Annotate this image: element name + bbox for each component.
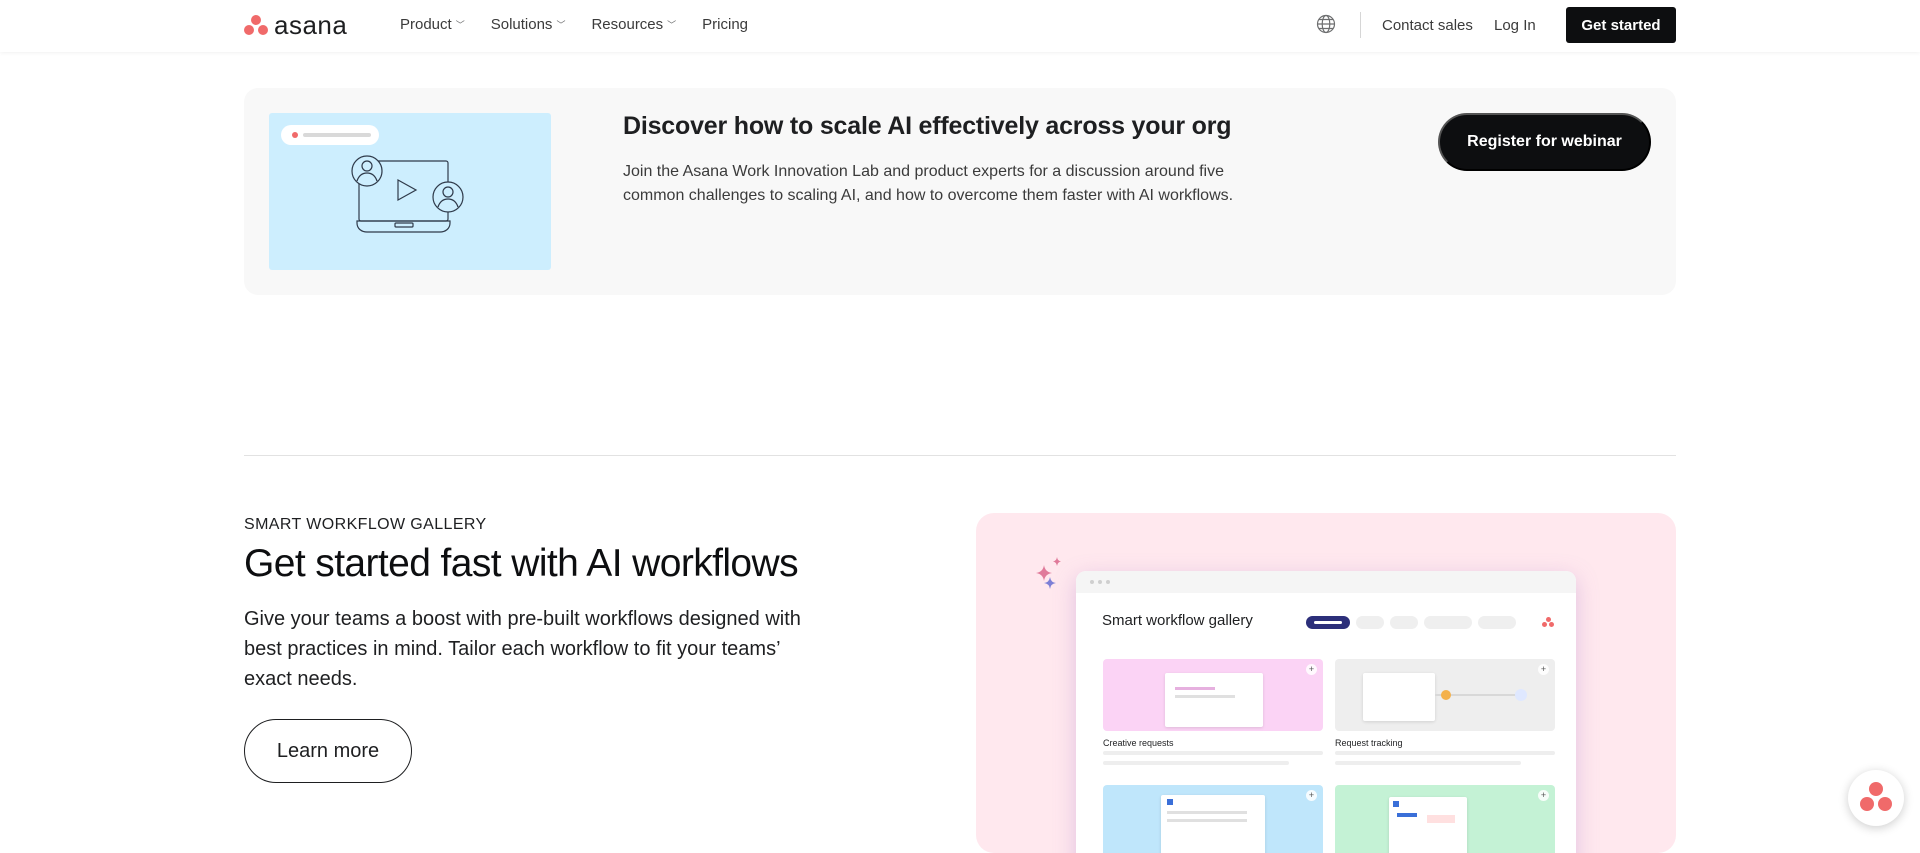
plus-icon: + xyxy=(1306,790,1317,801)
globe-icon[interactable] xyxy=(1316,14,1336,34)
mock-filter-pill xyxy=(1478,616,1516,629)
site-header: asana Product ﹀ Solutions ﹀ Resources ﹀ … xyxy=(0,0,1920,52)
section-eyebrow: SMART WORKFLOW GALLERY xyxy=(244,516,487,533)
contact-sales-link[interactable]: Contact sales xyxy=(1382,17,1473,34)
mock-window-bar xyxy=(1076,571,1576,593)
banner-description: Join the Asana Work Innovation Lab and p… xyxy=(623,163,1234,204)
mock-card-label: Creative requests xyxy=(1103,738,1174,748)
mock-card-creative-requests: + xyxy=(1103,659,1323,731)
plus-icon: + xyxy=(1306,664,1317,675)
mock-filter-pill xyxy=(1424,616,1472,629)
mock-filter-pill xyxy=(1356,616,1384,629)
workflow-gallery-mockup: Smart workflow gallery + Creative reques… xyxy=(1076,571,1576,853)
sparkle-icon xyxy=(1034,555,1066,596)
nav-solutions[interactable]: Solutions ﹀ xyxy=(491,16,566,33)
register-webinar-button[interactable]: Register for webinar xyxy=(1438,113,1651,171)
chevron-down-icon: ﹀ xyxy=(556,20,566,30)
asana-logo-icon xyxy=(1542,617,1554,627)
log-in-link[interactable]: Log In xyxy=(1494,17,1536,34)
placeholder-line xyxy=(1103,761,1289,765)
mock-card-request-tracking: + xyxy=(1335,659,1555,731)
nav-resources-label: Resources xyxy=(591,16,664,33)
mock-filter-pill xyxy=(1390,616,1418,629)
mock-card-workflow-3: + xyxy=(1103,785,1323,853)
nav-product-label: Product xyxy=(400,16,452,33)
get-started-button[interactable]: Get started xyxy=(1566,7,1676,43)
workflow-gallery-visual: Smart workflow gallery + Creative reques… xyxy=(976,513,1676,853)
chevron-down-icon: ﹀ xyxy=(667,20,677,30)
nav-pricing[interactable]: Pricing xyxy=(702,16,748,33)
chevron-down-icon: ﹀ xyxy=(455,20,465,30)
section-body: Give your teams a boost with pre-built w… xyxy=(244,608,801,690)
mock-card-label: Request tracking xyxy=(1335,738,1403,748)
plus-icon: + xyxy=(1538,664,1549,675)
nav-resources[interactable]: Resources ﹀ xyxy=(591,16,676,33)
placeholder-line xyxy=(1335,761,1521,765)
webinar-thumbnail xyxy=(269,113,551,270)
nav-pricing-label: Pricing xyxy=(702,16,749,33)
plus-icon: + xyxy=(1538,790,1549,801)
placeholder-line xyxy=(1335,751,1555,755)
placeholder-line xyxy=(1103,751,1323,755)
main-nav: Product ﹀ Solutions ﹀ Resources ﹀ Pricin… xyxy=(400,16,748,33)
section-heading: Get started fast with AI workflows xyxy=(244,542,799,585)
webinar-banner: Discover how to scale AI effectively acr… xyxy=(244,88,1676,295)
nav-solutions-label: Solutions xyxy=(490,16,553,33)
mock-filter-pill-active xyxy=(1306,616,1350,629)
mock-title: Smart workflow gallery xyxy=(1102,612,1253,629)
asana-logo[interactable]: asana xyxy=(244,10,348,40)
section-divider xyxy=(244,455,1676,456)
mock-card-workflow-4: + xyxy=(1335,785,1555,853)
asana-logo-icon xyxy=(244,15,268,35)
logo-wordmark: asana xyxy=(274,10,348,40)
nav-product[interactable]: Product ﹀ xyxy=(400,16,465,33)
asana-help-icon[interactable] xyxy=(1848,770,1904,826)
learn-more-button[interactable]: Learn more xyxy=(244,719,412,783)
banner-title: Discover how to scale AI effectively acr… xyxy=(623,112,1232,140)
header-divider xyxy=(1360,12,1361,38)
